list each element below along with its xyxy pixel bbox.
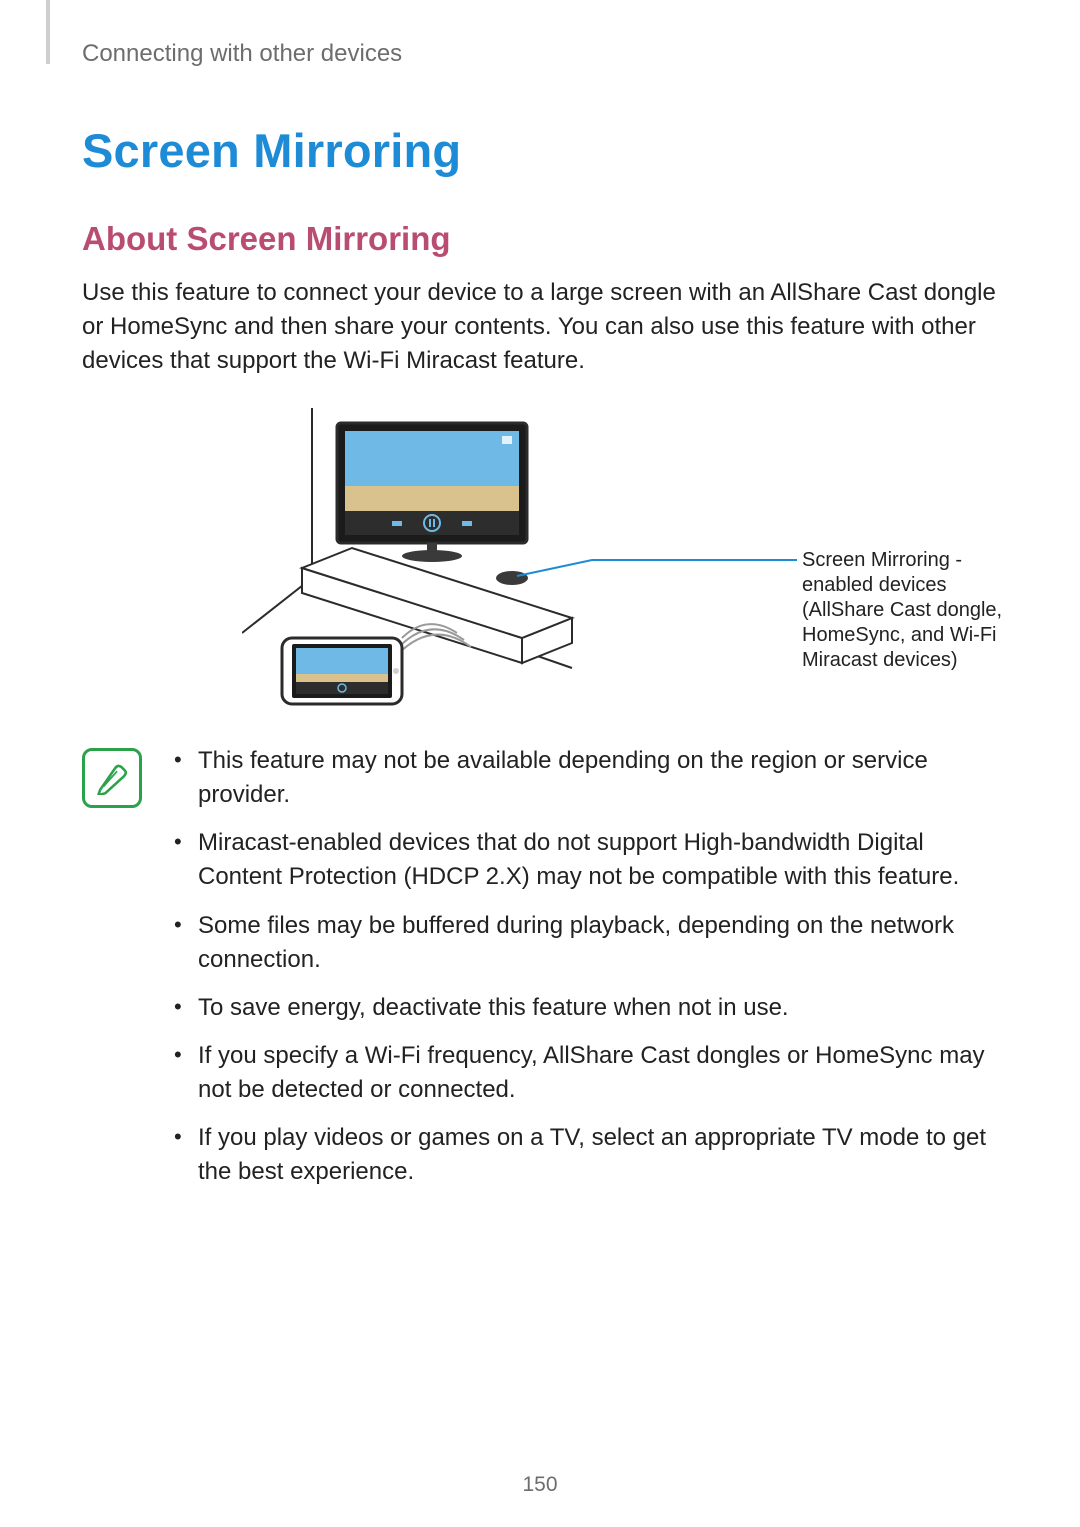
note-icon [82, 748, 142, 808]
figure-callout: Screen Mirroring -enabled devices (AllSh… [802, 548, 1022, 673]
list-item: If you play videos or games on a TV, sel… [172, 1121, 998, 1189]
list-item: Some files may be buffered during playba… [172, 909, 998, 977]
intro-paragraph: Use this feature to connect your device … [82, 276, 998, 378]
list-item: If you specify a Wi-Fi frequency, AllSha… [172, 1039, 998, 1107]
page-number: 150 [0, 1473, 1080, 1497]
mirroring-illustration [242, 408, 802, 708]
note-list: This feature may not be available depend… [172, 744, 998, 1203]
page-title: Screen Mirroring [82, 123, 998, 178]
figure-wrap: Screen Mirroring -enabled devices (AllSh… [242, 408, 1022, 708]
page-tab-mark [46, 0, 50, 64]
list-item: To save energy, deactivate this feature … [172, 991, 998, 1025]
breadcrumb: Connecting with other devices [82, 40, 998, 68]
section-subtitle: About Screen Mirroring [82, 220, 998, 258]
list-item: Miracast-enabled devices that do not sup… [172, 826, 998, 894]
list-item: This feature may not be available depend… [172, 744, 998, 812]
notes-block: This feature may not be available depend… [82, 744, 998, 1203]
